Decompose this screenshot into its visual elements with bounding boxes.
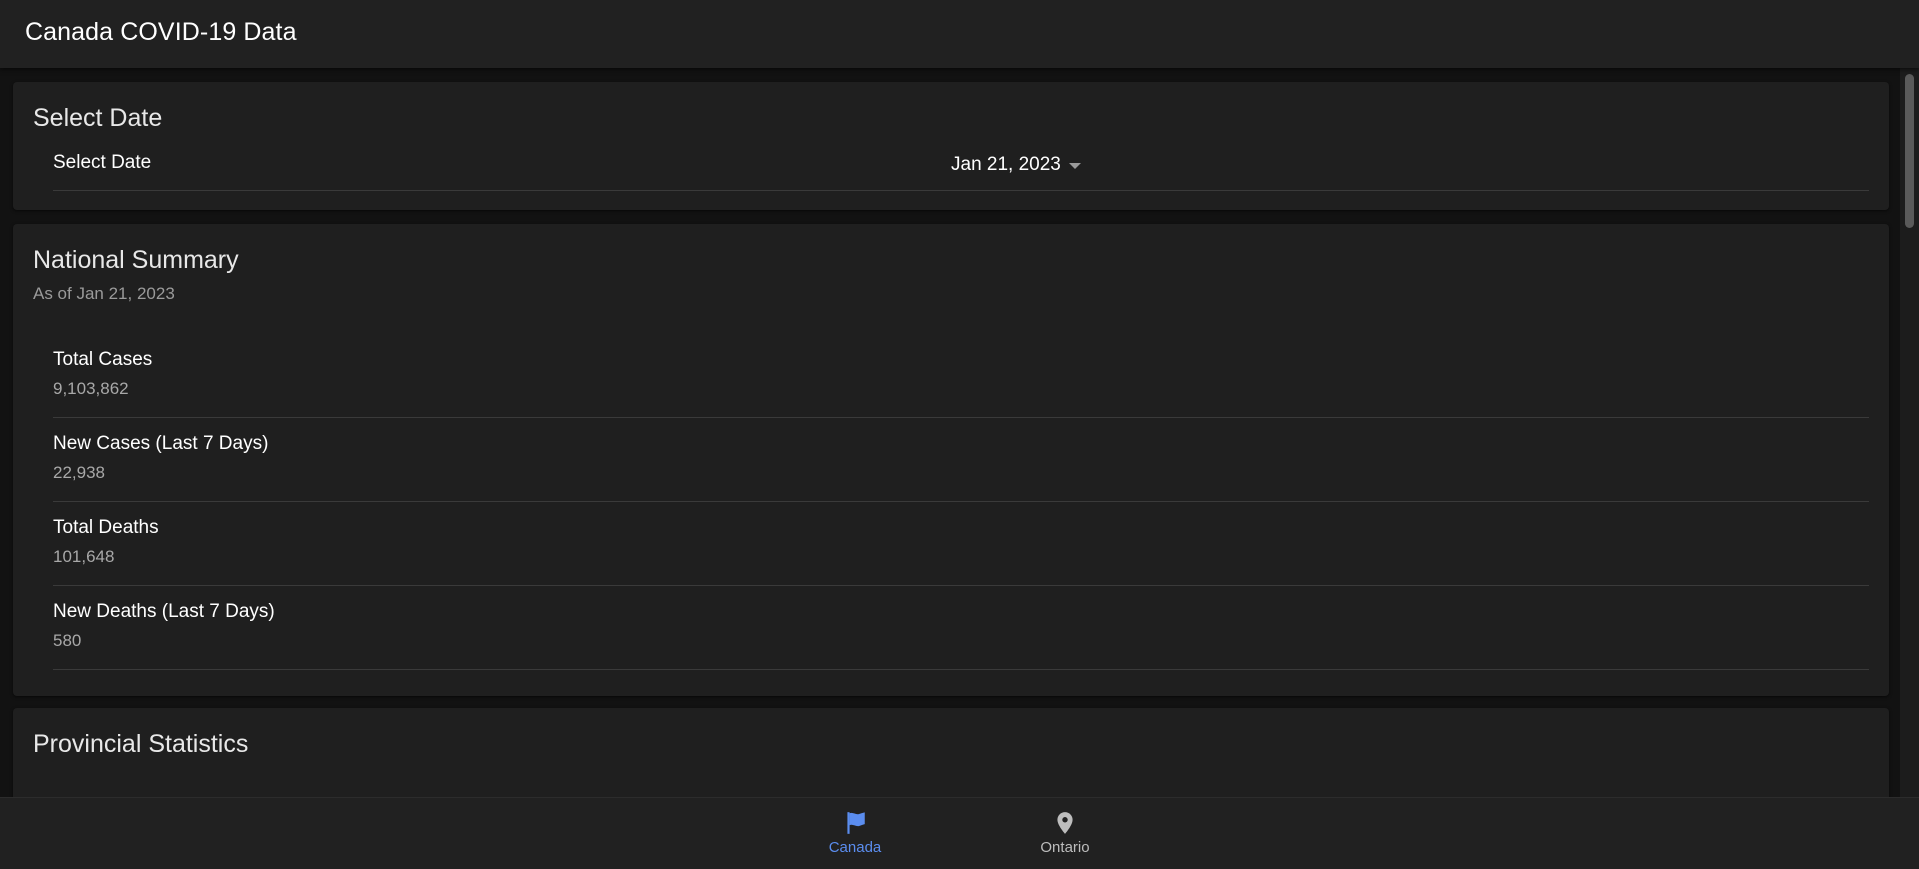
summary-item-value: 101,648 xyxy=(53,547,115,566)
national-summary-title: National Summary xyxy=(33,246,239,274)
summary-item-value: 22,938 xyxy=(53,463,105,482)
list-item: New Deaths (Last 7 Days) 580 xyxy=(53,586,1869,670)
provincial-statistics-title: Provincial Statistics xyxy=(33,730,249,758)
bottom-navigation: Canada Ontario xyxy=(0,797,1919,869)
national-summary-subtitle: As of Jan 21, 2023 xyxy=(33,284,175,303)
nav-item-ontario[interactable]: Ontario xyxy=(1005,810,1125,862)
select-date-card: Select Date Select Date Jan 21, 2023 xyxy=(13,82,1889,210)
national-summary-card: National Summary As of Jan 21, 2023 Tota… xyxy=(13,224,1889,696)
caret-down-icon xyxy=(1068,163,1081,169)
list-item: Total Deaths 101,648 xyxy=(53,502,1869,586)
summary-item-label: Total Cases xyxy=(53,349,153,370)
list-item: Total Cases 9,103,862 xyxy=(53,334,1869,418)
scrollbar-thumb[interactable] xyxy=(1905,74,1914,228)
summary-list: Total Cases 9,103,862 New Cases (Last 7 … xyxy=(53,334,1869,670)
app-header: Canada COVID-19 Data xyxy=(0,0,1919,68)
select-date-row: Select Date Jan 21, 2023 xyxy=(53,146,1869,191)
summary-item-label: Total Deaths xyxy=(53,517,159,538)
nav-item-canada[interactable]: Canada xyxy=(795,810,915,862)
provincial-statistics-card: Provincial Statistics xyxy=(13,708,1889,797)
scrollbar-track[interactable] xyxy=(1900,68,1919,797)
flag-icon xyxy=(847,812,865,834)
map-marker-icon xyxy=(1057,812,1073,834)
summary-item-value: 580 xyxy=(53,631,82,650)
nav-label-ontario: Ontario xyxy=(1040,839,1090,856)
app-root: Canada COVID-19 Data Select Date Select … xyxy=(0,0,1919,869)
select-date-card-title: Select Date xyxy=(33,104,163,132)
summary-item-value: 9,103,862 xyxy=(53,379,129,398)
main-content: Select Date Select Date Jan 21, 2023 Nat… xyxy=(0,68,1900,797)
date-dropdown[interactable]: Jan 21, 2023 xyxy=(951,150,1081,180)
nav-label-canada: Canada xyxy=(828,839,882,856)
summary-item-label: New Deaths (Last 7 Days) xyxy=(53,601,275,622)
app-title: Canada COVID-19 Data xyxy=(25,18,297,46)
summary-item-label: New Cases (Last 7 Days) xyxy=(53,433,269,454)
selected-date-value: Jan 21, 2023 xyxy=(951,154,1061,175)
list-item: New Cases (Last 7 Days) 22,938 xyxy=(53,418,1869,502)
select-date-label: Select Date xyxy=(53,152,152,173)
